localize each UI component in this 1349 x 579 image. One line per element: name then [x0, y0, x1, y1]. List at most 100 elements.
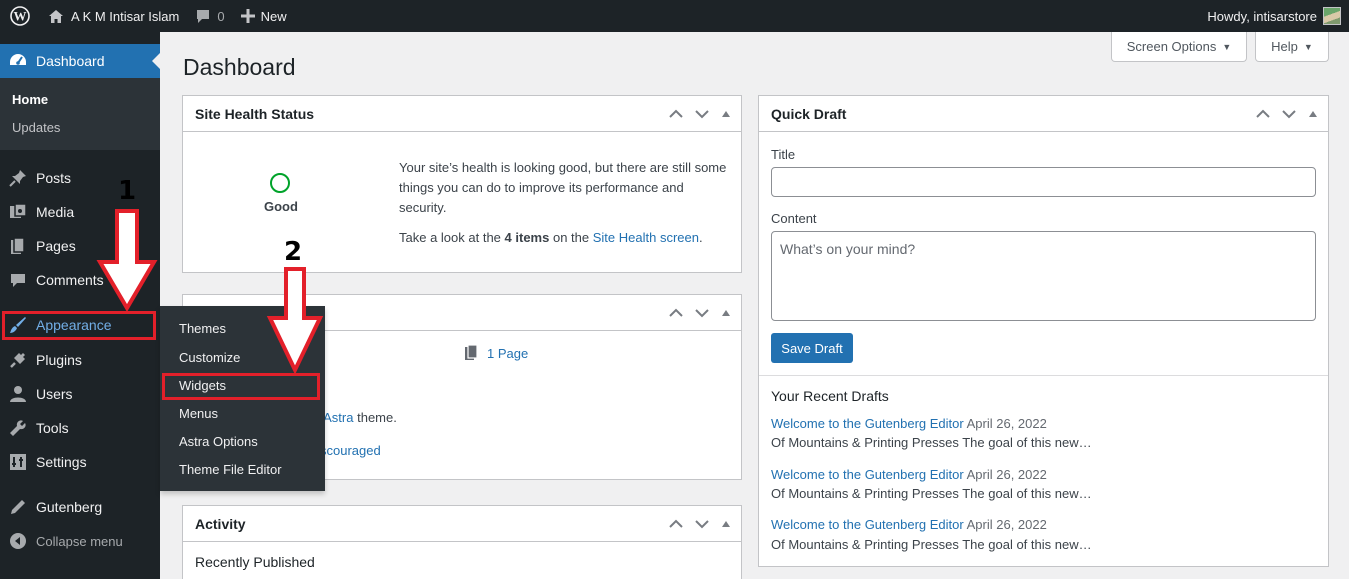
collapse-arrow-icon [0, 533, 36, 549]
caret-down-icon: ▼ [1303, 41, 1313, 52]
my-account-link[interactable]: Howdy, intisarstore [1199, 0, 1349, 32]
take-look-prefix: Take a look at the [399, 230, 501, 245]
pages-count: 1 Page [487, 345, 529, 361]
settings-sliders-icon [0, 453, 36, 471]
widget-header: Activity [183, 506, 741, 542]
comment-bubble-icon [197, 9, 210, 23]
take-look-suffix: . [698, 230, 703, 245]
menu-dashboard[interactable]: Dashboard [0, 44, 160, 78]
flyout-themes[interactable]: Themes [179, 321, 226, 336]
home-icon [49, 9, 63, 23]
wordpress-logo-icon[interactable]: W [0, 0, 40, 32]
menu-posts-label: Posts [36, 170, 72, 186]
draft-content-textarea[interactable]: What’s on your mind? [771, 231, 1316, 321]
submenu-updates[interactable]: Updates [12, 120, 60, 135]
flyout-customize[interactable]: Customize [179, 350, 240, 365]
move-up-icon[interactable] [669, 109, 683, 119]
pencil-icon [0, 498, 36, 516]
submenu-home[interactable]: Home [12, 92, 48, 107]
move-down-icon[interactable] [695, 109, 709, 119]
menu-dashboard-label: Dashboard [36, 53, 105, 69]
draft-item: Welcome to the Gutenberg Editor April 26… [771, 517, 1047, 532]
recently-published-heading: Recently Published [195, 554, 315, 570]
widget-title: Site Health Status [195, 105, 315, 122]
pages-count-link[interactable]: 1 Page [465, 345, 528, 361]
help-label: Help [1271, 39, 1298, 54]
comments-link[interactable]: 0 [187, 0, 232, 32]
annotation-arrow-1-icon [96, 209, 158, 312]
move-up-icon[interactable] [669, 519, 683, 529]
astra-theme-link[interactable]: Astra [323, 410, 353, 425]
toggle-panel-icon[interactable] [721, 309, 731, 317]
flyout-astra-options[interactable]: Astra Options [179, 434, 258, 449]
menu-gutenberg-label: Gutenberg [36, 499, 103, 515]
move-down-icon[interactable] [1282, 109, 1296, 119]
draft-title-input[interactable] [771, 167, 1316, 197]
plus-icon [240, 9, 255, 23]
widget-controls [1256, 96, 1318, 132]
draft-title-link[interactable]: Welcome to the Gutenberg Editor [771, 517, 964, 532]
site-health-screen-link[interactable]: Site Health screen [593, 230, 699, 245]
wrench-icon [0, 419, 36, 437]
svg-text:W: W [14, 9, 27, 24]
take-look-on: on the [552, 230, 590, 245]
pages-icon [0, 237, 36, 255]
health-message: Your site’s health is looking good, but … [399, 160, 727, 215]
help-button[interactable]: Help ▼ [1255, 32, 1329, 62]
move-down-icon[interactable] [695, 519, 709, 529]
widget-header: Site Health Status [183, 96, 741, 132]
menu-users-label: Users [36, 386, 73, 402]
draft-title-label: Title [771, 147, 796, 162]
toggle-panel-icon[interactable] [1308, 110, 1318, 118]
menu-tools-label: Tools [36, 420, 69, 436]
widget-header: Quick Draft [759, 96, 1328, 132]
menu-tools[interactable]: Tools [0, 411, 160, 445]
screen-options-button[interactable]: Screen Options ▼ [1111, 32, 1247, 62]
draft-content-placeholder: What’s on your mind? [780, 241, 916, 257]
appearance-highlight-box [2, 311, 156, 340]
annotation-number-1: 1 [118, 176, 137, 206]
draft-date: April 26, 2022 [966, 416, 1047, 431]
move-down-icon[interactable] [695, 308, 709, 318]
new-label: New [260, 8, 287, 24]
widget-title: Quick Draft [771, 105, 847, 122]
draft-item: Welcome to the Gutenberg Editor April 26… [771, 467, 1047, 482]
comments-count: 0 [217, 8, 225, 24]
save-draft-button[interactable]: Save Draft [771, 333, 853, 363]
menu-settings[interactable]: Settings [0, 445, 160, 479]
menu-settings-label: Settings [36, 454, 87, 470]
collapse-menu-label: Collapse menu [36, 533, 123, 549]
plug-icon [0, 351, 36, 369]
comments-icon [0, 272, 36, 289]
recent-drafts-heading: Your Recent Drafts [771, 388, 889, 404]
health-status-label: Good [264, 199, 298, 214]
flyout-menus[interactable]: Menus [179, 406, 218, 421]
user-icon [0, 385, 36, 403]
site-name-link[interactable]: A K M Intisar Islam [40, 0, 187, 32]
draft-title-link[interactable]: Welcome to the Gutenberg Editor [771, 467, 964, 482]
toggle-panel-icon[interactable] [721, 110, 731, 118]
new-content-link[interactable]: New [233, 0, 295, 32]
menu-plugins[interactable]: Plugins [0, 343, 160, 377]
draft-date: April 26, 2022 [966, 517, 1047, 532]
widgets-highlight-box [162, 373, 320, 400]
draft-title-link[interactable]: Welcome to the Gutenberg Editor [771, 416, 964, 431]
toggle-panel-icon[interactable] [721, 520, 731, 528]
draft-excerpt: Of Mountains & Printing Presses The goal… [771, 435, 1092, 450]
collapse-menu-button[interactable]: Collapse menu [0, 524, 160, 558]
search-engines-discouraged-link[interactable]: scouraged [320, 443, 381, 458]
activity-widget: Activity Recently Published [182, 505, 742, 579]
menu-gutenberg[interactable]: Gutenberg [0, 490, 160, 524]
move-up-icon[interactable] [1256, 109, 1270, 119]
widget-title: Activity [195, 515, 246, 532]
screen-options-label: Screen Options [1126, 39, 1217, 54]
dashboard-gauge-icon [0, 51, 36, 71]
pages-icon [465, 345, 478, 360]
menu-media-label: Media [36, 204, 75, 220]
pushpin-icon [0, 169, 36, 187]
menu-users[interactable]: Users [0, 377, 160, 411]
dashboard-submenu: Home Updates [0, 78, 160, 150]
move-up-icon[interactable] [669, 308, 683, 318]
flyout-theme-file-editor[interactable]: Theme File Editor [179, 462, 282, 477]
draft-excerpt: Of Mountains & Printing Presses The goal… [771, 537, 1092, 552]
